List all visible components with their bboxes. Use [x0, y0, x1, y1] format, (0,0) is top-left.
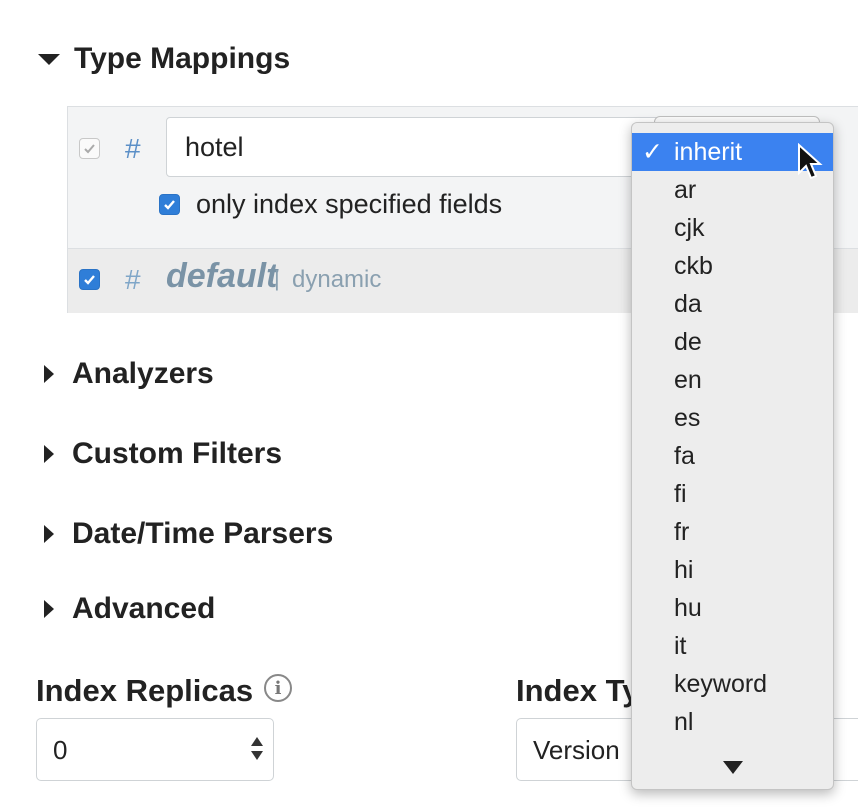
only-index-specified-label: only index specified fields: [196, 189, 503, 219]
analyzer-option-label: hi: [674, 556, 694, 584]
triangle-down-icon[interactable]: [723, 761, 743, 774]
triangle-right-icon: [44, 600, 54, 618]
type-name-input[interactable]: hotel: [166, 117, 666, 177]
analyzer-option[interactable]: fa: [632, 437, 833, 475]
only-index-specified-checkbox[interactable]: [159, 194, 180, 215]
datetime-parsers-title: Date/Time Parsers: [72, 517, 334, 550]
index-replicas-value: 0: [53, 735, 68, 765]
analyzer-option[interactable]: it: [632, 627, 833, 665]
analyzer-option-label: fr: [674, 518, 690, 546]
analyzer-option-label: hu: [674, 594, 702, 622]
analyzer-option-label: ar: [674, 176, 697, 204]
checkmark-icon: ✓: [642, 138, 663, 166]
default-mapping-checkbox[interactable]: [79, 269, 100, 290]
analyzers-toggle[interactable]: Analyzers: [38, 357, 214, 391]
triangle-down-icon: [38, 53, 60, 65]
index-replicas-select[interactable]: 0: [36, 718, 274, 781]
advanced-title: Advanced: [72, 592, 216, 625]
analyzer-option-label: nl: [674, 708, 694, 736]
analyzer-option-label: es: [674, 404, 701, 432]
custom-filters-toggle[interactable]: Custom Filters: [38, 437, 282, 471]
analyzer-option[interactable]: nl: [632, 703, 833, 741]
mapping-enabled-checkbox[interactable]: [79, 138, 100, 159]
index-type-value: Version: [533, 735, 620, 765]
analyzer-option[interactable]: es: [632, 399, 833, 437]
analyzer-option-label: inherit: [674, 138, 743, 166]
default-mapping-name[interactable]: default: [166, 257, 277, 296]
analyzer-option-label: en: [674, 366, 702, 394]
analyzer-option-label: it: [674, 632, 687, 660]
analyzer-option[interactable]: hi: [632, 551, 833, 589]
analyzer-option-label: fi: [674, 480, 687, 508]
index-replicas-label: Index Replicas: [36, 673, 254, 708]
hash-icon: #: [125, 133, 141, 164]
analyzer-option[interactable]: keyword: [632, 665, 833, 703]
analyzer-option-label: de: [674, 328, 702, 356]
analyzer-option[interactable]: fi: [632, 475, 833, 513]
analyzer-option[interactable]: hu: [632, 589, 833, 627]
triangle-right-icon: [44, 525, 54, 543]
mouse-pointer-icon: [798, 143, 823, 180]
analyzer-option[interactable]: en: [632, 361, 833, 399]
analyzer-option[interactable]: ckb: [632, 247, 833, 285]
advanced-toggle[interactable]: Advanced: [38, 592, 215, 626]
info-icon[interactable]: i: [264, 674, 292, 702]
analyzer-option-label: cjk: [674, 214, 705, 242]
datetime-parsers-toggle[interactable]: Date/Time Parsers: [38, 517, 333, 551]
analyzers-title: Analyzers: [72, 357, 214, 390]
analyzer-option-label: da: [674, 290, 702, 318]
default-mapping-mode: dynamic: [292, 266, 382, 293]
analyzer-option[interactable]: fr: [632, 513, 833, 551]
type-mappings-title: Type Mappings: [74, 42, 291, 75]
analyzer-dropdown-menu: ✓ inherit ar cjk ckb da de en es fa fi fr hi hu it keyw…: [631, 122, 834, 790]
index-type-label: Index Ty: [516, 673, 640, 708]
hash-icon: #: [125, 264, 141, 295]
stepper-arrows-icon: [251, 737, 263, 763]
analyzer-option[interactable]: de: [632, 323, 833, 361]
analyzer-option-label: keyword: [674, 670, 768, 698]
custom-filters-title: Custom Filters: [72, 437, 283, 470]
analyzer-option-label: fa: [674, 442, 695, 470]
type-mappings-toggle[interactable]: Type Mappings: [38, 42, 290, 76]
analyzer-option[interactable]: da: [632, 285, 833, 323]
triangle-right-icon: [44, 445, 54, 463]
analyzer-option-label: ckb: [674, 252, 713, 280]
separator: |: [274, 266, 280, 291]
analyzer-option-list: ✓ inherit ar cjk ckb da de en es fa fi fr hi hu it keyw…: [632, 133, 833, 741]
analyzer-option[interactable]: cjk: [632, 209, 833, 247]
triangle-right-icon: [44, 365, 54, 383]
